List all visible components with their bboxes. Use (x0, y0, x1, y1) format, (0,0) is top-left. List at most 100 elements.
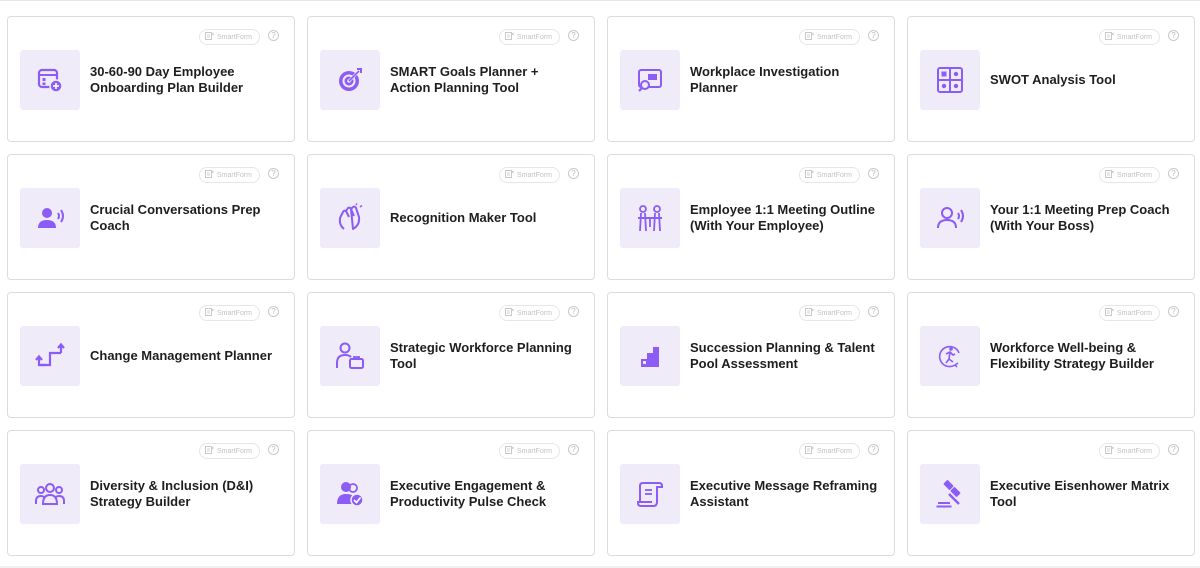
tool-card-title: Executive Eisenhower Matrix Tool (990, 478, 1170, 509)
smartform-badge-label: SmartForm (217, 171, 252, 179)
tool-card-title: Strategic Workforce Planning Tool (390, 340, 572, 371)
tool-card[interactable]: SmartForm ? Strategic Workforce Planning… (307, 292, 595, 418)
form-icon (805, 170, 814, 180)
tool-card-title: Your 1:1 Meeting Prep Coach (With Your B… (990, 202, 1170, 233)
smartform-badge: SmartForm (1099, 443, 1160, 459)
tool-card[interactable]: SmartForm ? 30-60-90 Day Employee Onboar… (7, 16, 295, 142)
tool-card-title: Workplace Investigation Planner (690, 64, 840, 95)
tool-card[interactable]: SmartForm ? Change Management Planner (7, 292, 295, 418)
users-check-icon (320, 464, 380, 524)
tool-card[interactable]: SmartForm ? Workplace Investigation Plan… (607, 16, 895, 142)
help-icon[interactable]: ? (1168, 306, 1179, 317)
tool-card[interactable]: SmartForm ? Recognition Maker Tool (307, 154, 595, 280)
form-icon (1105, 446, 1114, 456)
smartform-badge: SmartForm (499, 443, 560, 459)
tool-card[interactable]: SmartForm ? SWOT Analysis Tool (907, 16, 1195, 142)
stairs-icon (620, 326, 680, 386)
smartform-badge-label: SmartForm (817, 33, 852, 41)
form-icon (205, 170, 214, 180)
smartform-badge-label: SmartForm (1117, 33, 1152, 41)
tool-card[interactable]: SmartForm ? Employee 1:1 Meeting Outline… (607, 154, 895, 280)
wellbeing-runner-icon (920, 326, 980, 386)
change-arrows-icon (20, 326, 80, 386)
help-icon[interactable]: ? (568, 444, 579, 455)
smartform-badge: SmartForm (499, 167, 560, 183)
smartform-badge-label: SmartForm (817, 309, 852, 317)
form-icon (805, 32, 814, 42)
smartform-badge: SmartForm (199, 305, 260, 321)
form-icon (805, 446, 814, 456)
tool-card-title: Recognition Maker Tool (390, 210, 537, 225)
form-icon (505, 446, 514, 456)
tool-card-title: Crucial Conversations Prep Coach (90, 202, 261, 233)
form-icon (1105, 32, 1114, 42)
tool-card-title: Change Management Planner (90, 348, 273, 363)
help-icon[interactable]: ? (1168, 30, 1179, 41)
tool-card-title: SWOT Analysis Tool (990, 72, 1116, 87)
form-icon (805, 308, 814, 318)
scroll-document-icon (620, 464, 680, 524)
smartform-badge: SmartForm (1099, 305, 1160, 321)
grid-four-icon (920, 50, 980, 110)
smartform-badge: SmartForm (499, 29, 560, 45)
tool-card[interactable]: SmartForm ? Workforce Well-being & Flexi… (907, 292, 1195, 418)
smartform-badge-label: SmartForm (217, 447, 252, 455)
calendar-plus-icon (20, 50, 80, 110)
smartform-badge-label: SmartForm (1117, 447, 1152, 455)
smartform-badge: SmartForm (199, 443, 260, 459)
help-icon[interactable]: ? (868, 306, 879, 317)
magnifier-board-icon (620, 50, 680, 110)
help-icon[interactable]: ? (268, 168, 279, 179)
tool-card-title: Executive Engagement & Productivity Puls… (390, 478, 547, 509)
tool-card[interactable]: SmartForm ? Crucial Conversations Prep C… (7, 154, 295, 280)
help-icon[interactable]: ? (568, 306, 579, 317)
tool-card[interactable]: SmartForm ? Executive Engagement & Produ… (307, 430, 595, 556)
smartform-badge: SmartForm (199, 29, 260, 45)
help-icon[interactable]: ? (1168, 444, 1179, 455)
smartform-badge: SmartForm (199, 167, 260, 183)
tool-card-title: Workforce Well-being & Flexibility Strat… (990, 340, 1154, 371)
smartform-badge: SmartForm (799, 443, 860, 459)
smartform-badge-label: SmartForm (1117, 309, 1152, 317)
tool-card-title: SMART Goals Planner + Action Planning To… (390, 64, 539, 95)
help-icon[interactable]: ? (568, 168, 579, 179)
help-icon[interactable]: ? (868, 168, 879, 179)
clapping-hands-icon (320, 188, 380, 248)
tool-card[interactable]: SmartForm ? SMART Goals Planner + Action… (307, 16, 595, 142)
tool-card-title: Executive Message Reframing Assistant (690, 478, 878, 509)
user-voice-outline-icon (920, 188, 980, 248)
form-icon (1105, 308, 1114, 318)
smartform-badge-label: SmartForm (517, 309, 552, 317)
help-icon[interactable]: ? (868, 30, 879, 41)
form-icon (1105, 170, 1114, 180)
target-dart-icon (320, 50, 380, 110)
help-icon[interactable]: ? (268, 444, 279, 455)
top-divider (0, 0, 1200, 1)
user-speaking-icon (20, 188, 80, 248)
smartform-badge: SmartForm (799, 29, 860, 45)
tool-card[interactable]: SmartForm ? Executive Eisenhower Matrix … (907, 430, 1195, 556)
help-icon[interactable]: ? (1168, 168, 1179, 179)
smartform-badge-label: SmartForm (217, 33, 252, 41)
user-briefcase-icon (320, 326, 380, 386)
smartform-badge: SmartForm (1099, 167, 1160, 183)
tool-card-title: 30-60-90 Day Employee Onboarding Plan Bu… (90, 64, 244, 95)
tool-card-title: Employee 1:1 Meeting Outline (With Your … (690, 202, 875, 233)
meeting-table-icon (620, 188, 680, 248)
tool-card[interactable]: SmartForm ? Succession Planning & Talent… (607, 292, 895, 418)
help-icon[interactable]: ? (268, 30, 279, 41)
tool-card-title: Succession Planning & Talent Pool Assess… (690, 340, 875, 371)
tool-grid: SmartForm ? 30-60-90 Day Employee Onboar… (7, 16, 1195, 556)
tool-card[interactable]: SmartForm ? Diversity & Inclusion (D&I) … (7, 430, 295, 556)
smartform-badge-label: SmartForm (817, 171, 852, 179)
form-icon (505, 32, 514, 42)
smartform-badge-label: SmartForm (517, 33, 552, 41)
tool-card-title: Diversity & Inclusion (D&I) Strategy Bui… (90, 478, 254, 509)
help-icon[interactable]: ? (568, 30, 579, 41)
help-icon[interactable]: ? (268, 306, 279, 317)
form-icon (505, 308, 514, 318)
tool-card[interactable]: SmartForm ? Executive Message Reframing … (607, 430, 895, 556)
help-icon[interactable]: ? (868, 444, 879, 455)
group-people-icon (20, 464, 80, 524)
tool-card[interactable]: SmartForm ? Your 1:1 Meeting Prep Coach … (907, 154, 1195, 280)
